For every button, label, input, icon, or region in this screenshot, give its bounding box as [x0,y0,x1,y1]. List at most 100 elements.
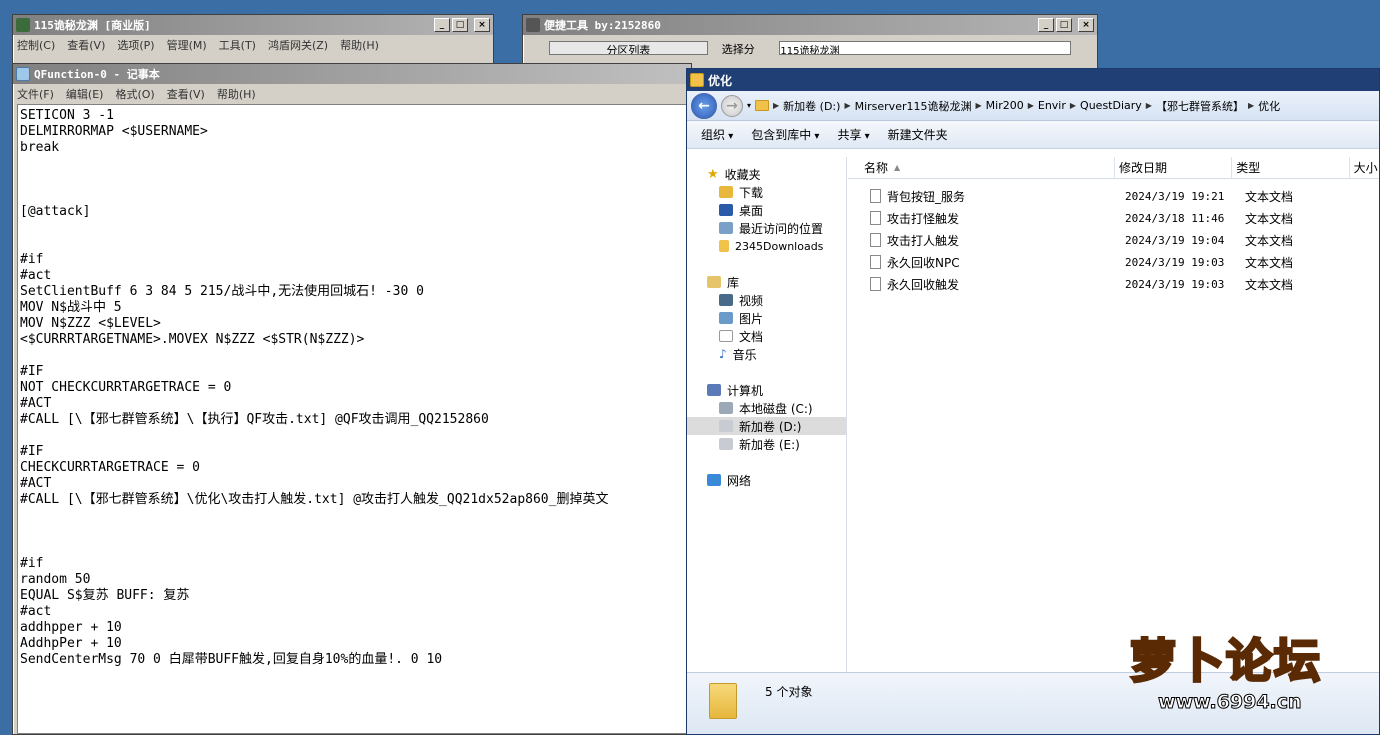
menu-options[interactable]: 选项(P) [117,37,154,53]
folder-icon [690,73,704,87]
notepad-menubar: 文件(F) 编辑(E) 格式(O) 查看(V) 帮助(H) [13,84,691,103]
folder-icon [755,100,770,111]
file-date: 2024/3/19 19:04 [1125,233,1225,247]
file-row[interactable]: 永久回收触发 2024/3/19 19:03 文本文档 [848,273,1379,295]
notepad-titlebar[interactable]: QFunction-0 - 记事本 [13,64,691,84]
file-type: 文本文档 [1245,189,1294,204]
recent-places-icon [719,222,733,234]
explorer-title: 优化 [708,73,733,88]
breadcrumb-item[interactable]: 新加卷 (D:) [783,98,840,114]
nav-desktop[interactable]: 桌面 [687,201,846,219]
nav-downloads[interactable]: 下载 [687,183,846,201]
nav-drive-c[interactable]: 本地磁盘 (C:) [687,399,846,417]
menu-control[interactable]: 控制(C) [17,37,55,53]
address-bar: ← → ▾ ▶ 新加卷 (D:) ▶ Mirserver115诡秘龙渊 ▶ Mi… [687,91,1379,121]
forward-arrow-icon[interactable]: → [721,94,743,117]
select-partition-label: 选择分区 [721,43,755,55]
close-button[interactable]: × [1078,18,1094,32]
back-arrow-icon[interactable]: ← [691,92,717,119]
minimize-button[interactable]: _ [434,18,450,32]
menu-file[interactable]: 文件(F) [17,86,54,102]
text-file-icon [870,211,881,225]
navigation-pane: ★ 收藏夹 下载 桌面 最近访问的位置 2345Downloads 库 视频 图… [687,157,847,675]
main-app-titlebar[interactable]: 115诡秘龙渊 [商业版] _ □ × [13,15,493,35]
folder-icon [709,683,737,719]
share-button[interactable]: 共享 [837,126,869,143]
nav-music[interactable]: ♪ 音乐 [687,345,846,363]
menu-edit[interactable]: 编辑(E) [66,86,104,102]
maximize-button[interactable]: □ [1056,18,1072,32]
breadcrumb-item[interactable]: 【邪七群管系统】 [1156,98,1244,114]
nav-recent[interactable]: 最近访问的位置 [687,219,846,237]
text-file-icon [870,255,881,269]
column-type[interactable]: 类型 [1232,157,1350,178]
file-date: 2024/3/19 19:03 [1125,255,1225,269]
file-row[interactable]: 攻击打人触发 2024/3/19 19:04 文本文档 [848,229,1379,251]
network-icon [707,474,721,486]
breadcrumb-item[interactable]: Envir [1038,99,1066,112]
notepad-icon [16,67,30,81]
document-icon [719,330,733,342]
explorer-titlebar[interactable]: 优化 [687,69,1379,91]
column-size[interactable]: 大小 [1350,157,1379,178]
watermark-url: www.6994.cn [1158,691,1303,714]
tools-title: 便捷工具 by:2152860 [544,19,661,32]
file-date: 2024/3/19 19:21 [1125,189,1225,203]
file-row[interactable]: 攻击打怪触发 2024/3/18 11:46 文本文档 [848,207,1379,229]
menu-manage[interactable]: 管理(M) [167,37,207,53]
music-icon: ♪ [719,347,727,361]
nav-libraries[interactable]: 库 [687,273,846,291]
history-dropdown-icon[interactable]: ▾ [747,101,751,110]
breadcrumb-item[interactable]: QuestDiary [1080,99,1142,112]
new-folder-button[interactable]: 新建文件夹 [888,126,948,143]
download-icon [719,186,733,198]
folder-icon [719,240,729,252]
file-row[interactable]: 背包按钮_服务 2024/3/19 19:21 文本文档 [848,185,1379,207]
nav-network[interactable]: 网络 [687,471,846,489]
notepad-text-area[interactable]: SETICON 3 -1 DELMIRRORMAP <$USERNAME> br… [17,104,691,734]
watermark-text: 萝卜论坛 [1129,633,1322,690]
include-in-library-button[interactable]: 包含到库中 [751,126,819,143]
breadcrumb-item[interactable]: Mir200 [986,99,1024,112]
column-date[interactable]: 修改日期 [1115,157,1233,178]
app-icon [16,18,30,32]
drive-icon [719,420,733,432]
drive-icon [719,402,733,414]
nav-2345downloads[interactable]: 2345Downloads [687,237,846,255]
menu-gateway[interactable]: 鸿盾网关(Z) [268,37,328,53]
nav-documents[interactable]: 文档 [687,327,846,345]
organize-button[interactable]: 组织 [701,126,733,143]
file-type: 文本文档 [1245,233,1294,248]
maximize-button[interactable]: □ [452,18,468,32]
minimize-button[interactable]: _ [1038,18,1054,32]
menu-view[interactable]: 查看(V) [167,86,205,102]
text-file-icon [870,277,881,291]
tools-titlebar[interactable]: 便捷工具 by:2152860 _ □ × [523,15,1097,35]
menu-format[interactable]: 格式(O) [115,86,154,102]
nav-computer[interactable]: 计算机 [687,381,846,399]
menu-tools[interactable]: 工具(T) [219,37,256,53]
file-name: 永久回收触发 [887,277,960,292]
nav-drive-d[interactable]: 新加卷 (D:) [687,417,846,435]
file-name: 攻击打人触发 [887,233,960,248]
file-name: 攻击打怪触发 [887,211,960,226]
desktop-icon [719,204,733,216]
file-row[interactable]: 永久回收NPC 2024/3/19 19:03 文本文档 [848,251,1379,273]
nav-pictures[interactable]: 图片 [687,309,846,327]
column-name[interactable]: 名称 ▲ [848,157,1115,178]
nav-favorites[interactable]: ★ 收藏夹 [687,165,846,183]
menu-help[interactable]: 帮助(H) [217,86,256,102]
nav-drive-e[interactable]: 新加卷 (E:) [687,435,846,453]
close-button[interactable]: × [474,18,490,32]
partition-select[interactable]: 115诡秘龙渊 [779,41,1071,55]
file-date: 2024/3/18 11:46 [1125,211,1225,225]
partition-list-button[interactable]: 分区列表 [549,41,708,55]
video-icon [719,294,733,306]
menu-help[interactable]: 帮助(H) [340,37,379,53]
main-app-title: 115诡秘龙渊 [商业版] [34,19,151,32]
menu-view[interactable]: 查看(V) [67,37,105,53]
breadcrumb-item[interactable]: Mirserver115诡秘龙渊 [855,98,972,114]
breadcrumb-item[interactable]: 优化 [1258,98,1280,114]
breadcrumb[interactable]: ▶ 新加卷 (D:) ▶ Mirserver115诡秘龙渊 ▶ Mir200 ▶… [755,98,1280,114]
nav-videos[interactable]: 视频 [687,291,846,309]
